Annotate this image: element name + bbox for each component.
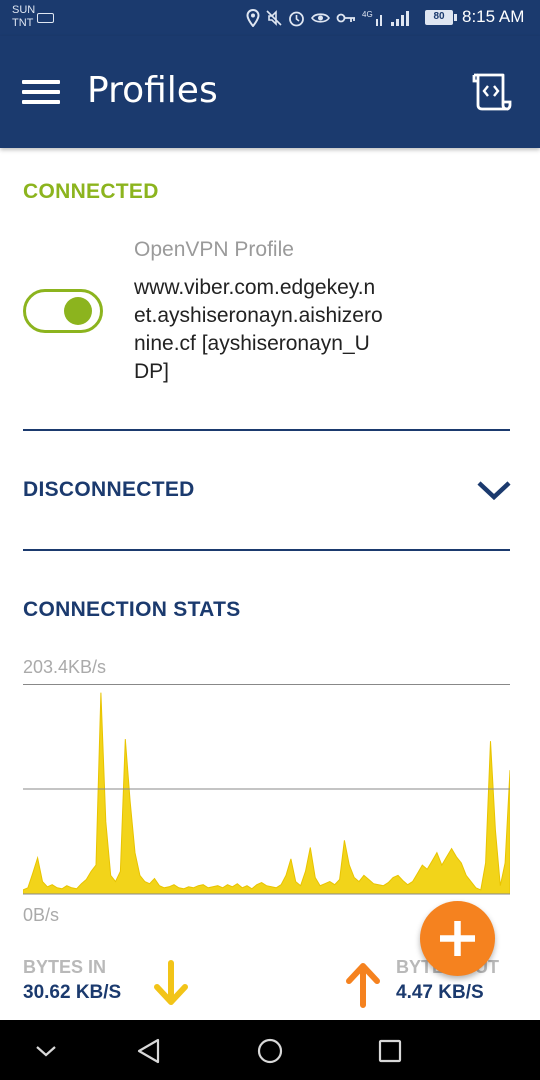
profile-type: OpenVPN Profile: [134, 238, 294, 261]
bytes-in-area-series: [23, 692, 510, 895]
svg-text:4G: 4G: [362, 10, 373, 19]
vpn-connection-toggle[interactable]: [23, 289, 103, 333]
toggle-knob: [64, 297, 92, 325]
battery-tip: [454, 14, 457, 21]
eye-icon: [311, 13, 330, 23]
signal-icon: [391, 11, 409, 26]
connection-stats-label: CONNECTION STATS: [23, 598, 241, 621]
recents-icon[interactable]: [374, 1035, 406, 1067]
battery-icon: 80: [425, 10, 453, 25]
status-bar: SUN TNT 4G 80 8:15 AM: [0, 0, 540, 36]
disconnected-section-label[interactable]: DISCONNECTED: [23, 478, 195, 502]
chart-max-label: 203.4KB/s: [23, 657, 107, 677]
bytes-out-value: 4.47 KB/S: [396, 982, 484, 1003]
back-icon[interactable]: [134, 1035, 166, 1067]
hamburger-menu-icon[interactable]: [20, 74, 64, 110]
import-profile-icon[interactable]: [470, 72, 514, 112]
status-time: 8:15 AM: [462, 7, 525, 26]
add-profile-button[interactable]: [420, 901, 495, 976]
bytes-in-label: BYTES IN: [23, 957, 107, 977]
system-nav-bar: [0, 1020, 540, 1080]
vpn-key-icon: [336, 13, 355, 23]
app-bar: Profiles: [0, 36, 540, 148]
home-icon[interactable]: [254, 1035, 286, 1067]
connected-section-label: CONNECTED: [23, 180, 159, 203]
bytes-in-value: 30.62 KB/S: [23, 982, 122, 1003]
mute-icon: [266, 10, 282, 26]
divider: [23, 429, 510, 431]
collapse-icon[interactable]: [30, 1035, 62, 1067]
chart-min-label: 0B/s: [23, 905, 60, 925]
sim-card-icon: [37, 13, 54, 23]
status-icons: 4G: [246, 8, 410, 28]
profile-name[interactable]: www.viber.com.edgekey.net.ayshiseronayn.…: [134, 274, 384, 386]
carrier-label: SUN TNT: [12, 4, 35, 30]
upload-arrow-icon: [346, 963, 380, 1008]
chevron-down-icon[interactable]: [476, 478, 512, 502]
plus-icon: [440, 921, 475, 956]
carrier-sim2: TNT: [12, 17, 34, 29]
download-arrow-icon: [154, 960, 188, 1005]
carrier-sim1: SUN: [12, 4, 36, 16]
connection-stats-chart: [23, 684, 510, 895]
alarm-icon: [289, 11, 304, 26]
page-title: Profiles: [87, 70, 218, 111]
location-icon: [246, 9, 260, 27]
divider: [23, 549, 510, 551]
data-4g-icon: 4G: [362, 10, 382, 26]
